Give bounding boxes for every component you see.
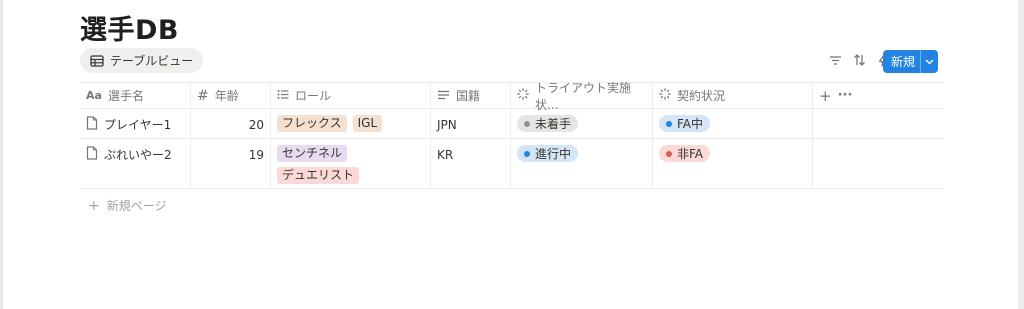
nationality-cell[interactable]: KR xyxy=(431,139,511,188)
role-tag: フレックス xyxy=(277,115,347,132)
status-label: 未着手 xyxy=(535,117,572,131)
chevron-down-icon[interactable] xyxy=(921,59,938,65)
table-icon xyxy=(90,54,104,67)
text-lines-icon xyxy=(437,89,450,103)
column-header-role[interactable]: ロール xyxy=(271,83,431,108)
column-label: 選手名 xyxy=(107,89,144,103)
sidebar-edge xyxy=(0,0,3,309)
status-dot-icon xyxy=(524,120,530,127)
status-label: 非FA xyxy=(677,147,704,161)
role-tag: デュエリスト xyxy=(277,167,360,184)
tryout-cell[interactable]: 進行中 xyxy=(511,139,653,188)
player-name: プレイヤー1 xyxy=(104,118,172,132)
column-header-age[interactable]: # 年齢 xyxy=(191,83,271,108)
status-dot-icon xyxy=(524,150,530,157)
role-tag: IGL xyxy=(352,115,383,132)
column-actions: + ··· xyxy=(813,83,944,108)
plus-icon: + xyxy=(88,197,100,214)
role-cell[interactable]: センチネル デュエリスト xyxy=(271,139,431,188)
page-icon xyxy=(86,116,98,133)
sort-icon[interactable] xyxy=(852,53,866,67)
table-row[interactable]: プレイヤー1 20 フレックス IGL JPN 未着手 FA中 xyxy=(80,109,944,139)
filter-icon[interactable] xyxy=(828,53,842,67)
status-spinner-icon xyxy=(659,88,671,103)
column-header-nationality[interactable]: 国籍 xyxy=(431,83,511,108)
contract-cell[interactable]: 非FA xyxy=(653,139,813,188)
status-badge: 進行中 xyxy=(517,145,579,162)
column-label: 契約状況 xyxy=(677,89,726,103)
new-button-label: 新規 xyxy=(891,55,916,69)
page-icon xyxy=(86,146,98,163)
column-label: 国籍 xyxy=(456,89,481,103)
contract-cell[interactable]: FA中 xyxy=(653,109,813,138)
more-options-button[interactable]: ··· xyxy=(838,88,853,103)
column-header-tryout[interactable]: トライアウト実施状... xyxy=(511,81,653,112)
nationality-cell[interactable]: JPN xyxy=(431,109,511,138)
title-aa-icon: Aa xyxy=(86,89,102,102)
table-header: Aa 選手名 # 年齢 ロール 国籍 トライアウト実施状... 契約状況 + ·… xyxy=(80,81,944,112)
new-page-label: 新規ページ xyxy=(106,199,167,213)
hash-icon: # xyxy=(197,87,209,104)
new-page-button[interactable]: + 新規ページ xyxy=(88,197,167,214)
column-header-contract[interactable]: 契約状況 xyxy=(653,83,813,108)
role-cell[interactable]: フレックス IGL xyxy=(271,109,431,138)
status-dot-icon xyxy=(666,150,672,157)
status-dot-icon xyxy=(666,120,672,127)
list-icon xyxy=(277,89,289,103)
status-spinner-icon xyxy=(517,88,529,103)
view-tab-table[interactable]: テーブルビュー xyxy=(80,48,204,73)
table-row[interactable]: ぷれいやー2 19 センチネル デュエリスト KR 進行中 非FA xyxy=(80,139,944,189)
age-cell[interactable]: 20 xyxy=(191,109,271,138)
column-label: ロール xyxy=(295,89,332,103)
view-tab-label: テーブルビュー xyxy=(110,54,194,68)
empty-cell xyxy=(813,109,944,138)
status-badge: 非FA xyxy=(659,145,711,162)
status-badge: 未着手 xyxy=(517,115,579,132)
empty-cell xyxy=(813,139,944,188)
role-tag: センチネル xyxy=(277,145,348,162)
column-label: トライアウト実施状... xyxy=(535,80,632,112)
column-label: 年齢 xyxy=(214,89,239,103)
player-name: ぷれいやー2 xyxy=(104,148,172,162)
status-label: 進行中 xyxy=(535,147,572,161)
scrollbar-track[interactable] xyxy=(1018,0,1024,309)
age-cell[interactable]: 19 xyxy=(191,139,271,188)
column-header-name[interactable]: Aa 選手名 xyxy=(80,83,191,108)
name-cell[interactable]: プレイヤー1 xyxy=(80,109,191,138)
page-title: 選手DB xyxy=(80,15,179,46)
tryout-cell[interactable]: 未着手 xyxy=(511,109,653,138)
status-label: FA中 xyxy=(677,117,704,131)
database-table: Aa 選手名 # 年齢 ロール 国籍 トライアウト実施状... 契約状況 + ·… xyxy=(80,81,944,189)
new-button[interactable]: 新規 xyxy=(883,50,938,73)
add-column-button[interactable]: + xyxy=(819,87,832,105)
name-cell[interactable]: ぷれいやー2 xyxy=(80,139,191,188)
status-badge: FA中 xyxy=(659,115,711,132)
